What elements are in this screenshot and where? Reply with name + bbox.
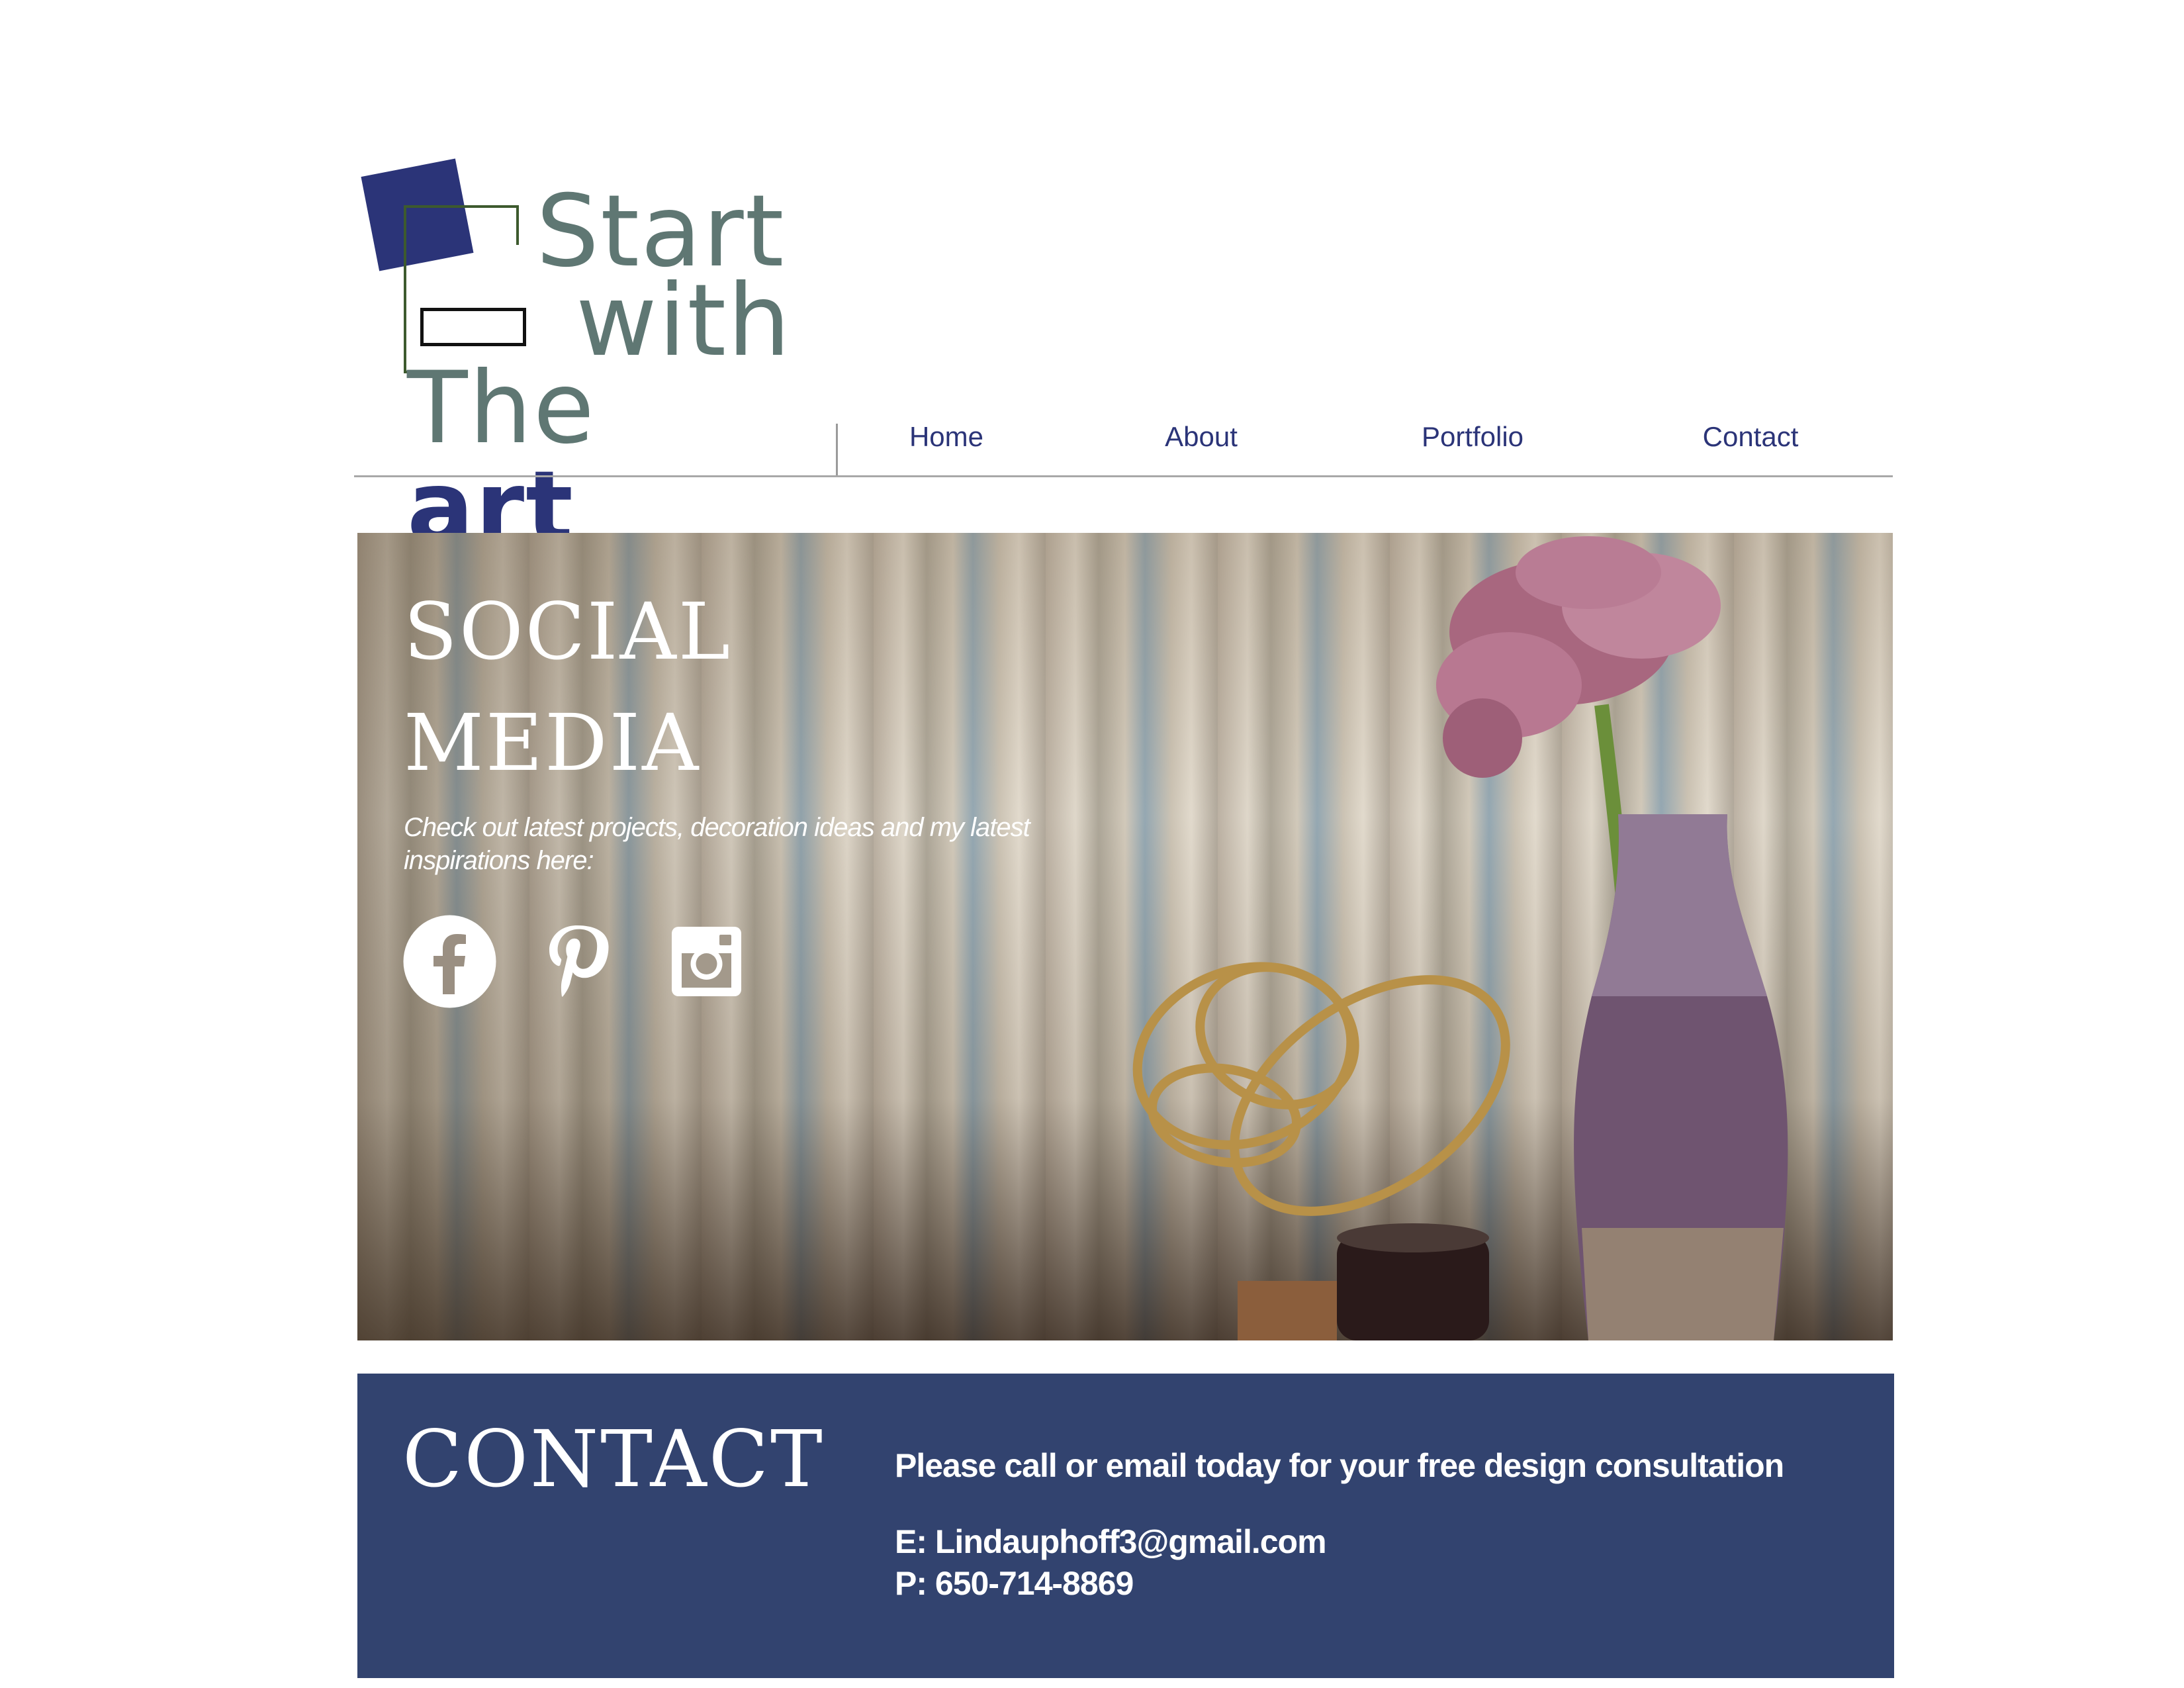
hero-title-line1: SOCIAL bbox=[404, 586, 733, 677]
hero-title-line2: MEDIA bbox=[404, 697, 701, 788]
contact-section: CONTACT Please call or email today for y… bbox=[357, 1374, 1894, 1678]
vase-flowers-image bbox=[1132, 536, 1788, 1340]
logo-word-the: The bbox=[407, 351, 596, 466]
contact-phone[interactable]: P: 650-714-8869 bbox=[895, 1564, 1134, 1603]
hero-subtitle: Check out latest projects, decoration id… bbox=[404, 813, 1030, 875]
flower-cluster bbox=[1436, 536, 1721, 778]
logo-word-with: with bbox=[576, 263, 792, 379]
pinterest-icon[interactable] bbox=[529, 914, 625, 1009]
logo-green-frame-edge bbox=[516, 205, 519, 245]
social-media-hero: SOCIAL MEDIA Check out latest projects, … bbox=[357, 533, 1893, 1340]
nav-item-portfolio[interactable]: Portfolio bbox=[1403, 421, 1542, 453]
contact-title: CONTACT bbox=[402, 1413, 825, 1505]
logo-green-frame bbox=[404, 205, 519, 373]
logo-word-the-art: The art bbox=[407, 359, 781, 557]
contact-message: Please call or email today for your free… bbox=[895, 1447, 1784, 1484]
nav-item-home[interactable]: Home bbox=[887, 421, 1006, 453]
contact-email[interactable]: E: Lindauphoff3@gmail.com bbox=[895, 1523, 1327, 1561]
nav-item-contact[interactable]: Contact bbox=[1681, 421, 1820, 453]
facebook-icon[interactable] bbox=[402, 914, 498, 1009]
gold-sculpture bbox=[1132, 962, 1510, 1216]
logo-black-rect bbox=[420, 308, 526, 346]
wood-block bbox=[1238, 1281, 1337, 1340]
site-logo[interactable]: Start with The art bbox=[357, 152, 790, 557]
instagram-icon[interactable] bbox=[659, 914, 754, 1009]
nav-divider-vertical bbox=[836, 424, 838, 477]
nav-divider-horizontal bbox=[354, 475, 1893, 477]
nav-item-about[interactable]: About bbox=[1138, 421, 1264, 453]
